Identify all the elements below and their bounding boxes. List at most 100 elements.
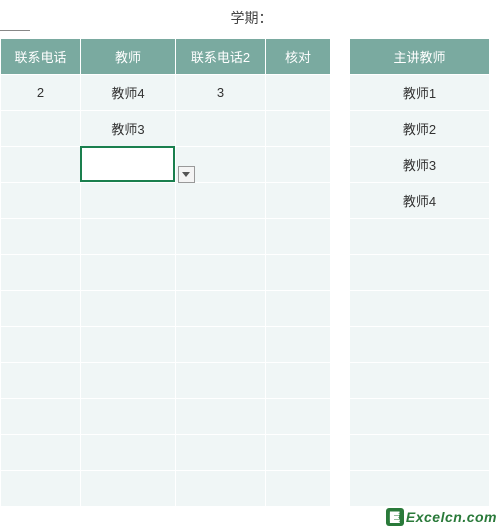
table-row	[1, 291, 331, 327]
table-row: 教师4	[350, 183, 490, 219]
cell[interactable]: 教师4	[350, 183, 490, 219]
cell[interactable]	[176, 363, 266, 399]
watermark-badge: E	[386, 508, 404, 526]
cell[interactable]	[176, 435, 266, 471]
table-row	[1, 363, 331, 399]
header-area: 学期：	[0, 0, 503, 38]
watermark: EExcelcn.com	[386, 508, 497, 526]
cell[interactable]	[176, 399, 266, 435]
cell[interactable]	[1, 363, 81, 399]
chevron-down-icon	[182, 172, 190, 177]
main-header-row: 联系电话教师联系电话2核对	[1, 39, 331, 75]
cell[interactable]	[81, 471, 176, 507]
table-row	[350, 399, 490, 435]
cell[interactable]	[176, 183, 266, 219]
cell[interactable]	[266, 111, 331, 147]
cell[interactable]	[176, 255, 266, 291]
cell[interactable]	[266, 399, 331, 435]
cell[interactable]	[350, 435, 490, 471]
cell[interactable]	[1, 435, 81, 471]
cell[interactable]	[176, 219, 266, 255]
sheet-container: 联系电话教师联系电话2核对 2教师43教师3 主讲教师 教师1教师2教师3教师4	[0, 38, 503, 507]
table-row: 2教师43	[1, 75, 331, 111]
cell[interactable]	[266, 147, 331, 183]
table-row	[350, 327, 490, 363]
cell[interactable]	[350, 399, 490, 435]
table-row	[350, 219, 490, 255]
cell[interactable]	[350, 327, 490, 363]
cell[interactable]	[81, 291, 176, 327]
cell-dropdown-button[interactable]	[178, 166, 195, 183]
cell[interactable]	[266, 435, 331, 471]
cell[interactable]	[176, 111, 266, 147]
table-row	[1, 435, 331, 471]
cell[interactable]	[266, 75, 331, 111]
cell[interactable]	[1, 255, 81, 291]
table-row	[1, 219, 331, 255]
cell[interactable]	[350, 291, 490, 327]
cell[interactable]	[266, 219, 331, 255]
cell[interactable]	[350, 255, 490, 291]
cell[interactable]	[81, 399, 176, 435]
cell[interactable]: 2	[1, 75, 81, 111]
cell[interactable]	[1, 219, 81, 255]
table-row: 教师3	[350, 147, 490, 183]
side-body: 教师1教师2教师3教师4	[350, 75, 490, 507]
cell[interactable]	[81, 183, 176, 219]
cell[interactable]	[1, 399, 81, 435]
cell[interactable]	[350, 471, 490, 507]
main-col-header-0[interactable]: 联系电话	[1, 39, 81, 75]
cell[interactable]	[81, 327, 176, 363]
cell[interactable]	[81, 363, 176, 399]
table-row	[350, 255, 490, 291]
table-row	[1, 327, 331, 363]
cell[interactable]: 3	[176, 75, 266, 111]
table-row	[1, 471, 331, 507]
main-col-header-3[interactable]: 核对	[266, 39, 331, 75]
cell[interactable]	[266, 291, 331, 327]
semester-label: 学期：	[231, 10, 273, 26]
side-header-row: 主讲教师	[350, 39, 490, 75]
cell[interactable]	[266, 471, 331, 507]
table-row	[350, 471, 490, 507]
cell[interactable]	[350, 363, 490, 399]
watermark-text: Excelcn.com	[406, 509, 497, 525]
cell[interactable]	[81, 147, 176, 183]
cell[interactable]	[266, 363, 331, 399]
table-row	[350, 363, 490, 399]
cell[interactable]	[1, 327, 81, 363]
cell[interactable]: 教师1	[350, 75, 490, 111]
cell[interactable]	[266, 255, 331, 291]
cell[interactable]	[176, 327, 266, 363]
cell[interactable]	[350, 219, 490, 255]
main-col-header-2[interactable]: 联系电话2	[176, 39, 266, 75]
side-table[interactable]: 主讲教师 教师1教师2教师3教师4	[349, 38, 490, 507]
table-row	[1, 183, 331, 219]
table-row: 教师3	[1, 111, 331, 147]
table-row: 教师1	[350, 75, 490, 111]
table-row: 教师2	[350, 111, 490, 147]
cell[interactable]: 教师2	[350, 111, 490, 147]
cell[interactable]	[1, 291, 81, 327]
cell[interactable]	[266, 183, 331, 219]
side-col-header-0[interactable]: 主讲教师	[350, 39, 490, 75]
cell[interactable]	[266, 327, 331, 363]
cell[interactable]: 教师3	[350, 147, 490, 183]
cell[interactable]: 教师3	[81, 111, 176, 147]
cell[interactable]	[1, 147, 81, 183]
main-col-header-1[interactable]: 教师	[81, 39, 176, 75]
cell[interactable]	[1, 471, 81, 507]
main-table[interactable]: 联系电话教师联系电话2核对 2教师43教师3	[0, 38, 331, 507]
table-row	[350, 291, 490, 327]
cell[interactable]	[176, 291, 266, 327]
cell[interactable]	[81, 255, 176, 291]
cell[interactable]	[176, 471, 266, 507]
cell[interactable]	[1, 111, 81, 147]
table-row	[1, 399, 331, 435]
cell[interactable]	[81, 435, 176, 471]
cell[interactable]: 教师4	[81, 75, 176, 111]
cell[interactable]	[81, 219, 176, 255]
table-row	[1, 147, 331, 183]
cell[interactable]	[1, 183, 81, 219]
table-row	[1, 255, 331, 291]
